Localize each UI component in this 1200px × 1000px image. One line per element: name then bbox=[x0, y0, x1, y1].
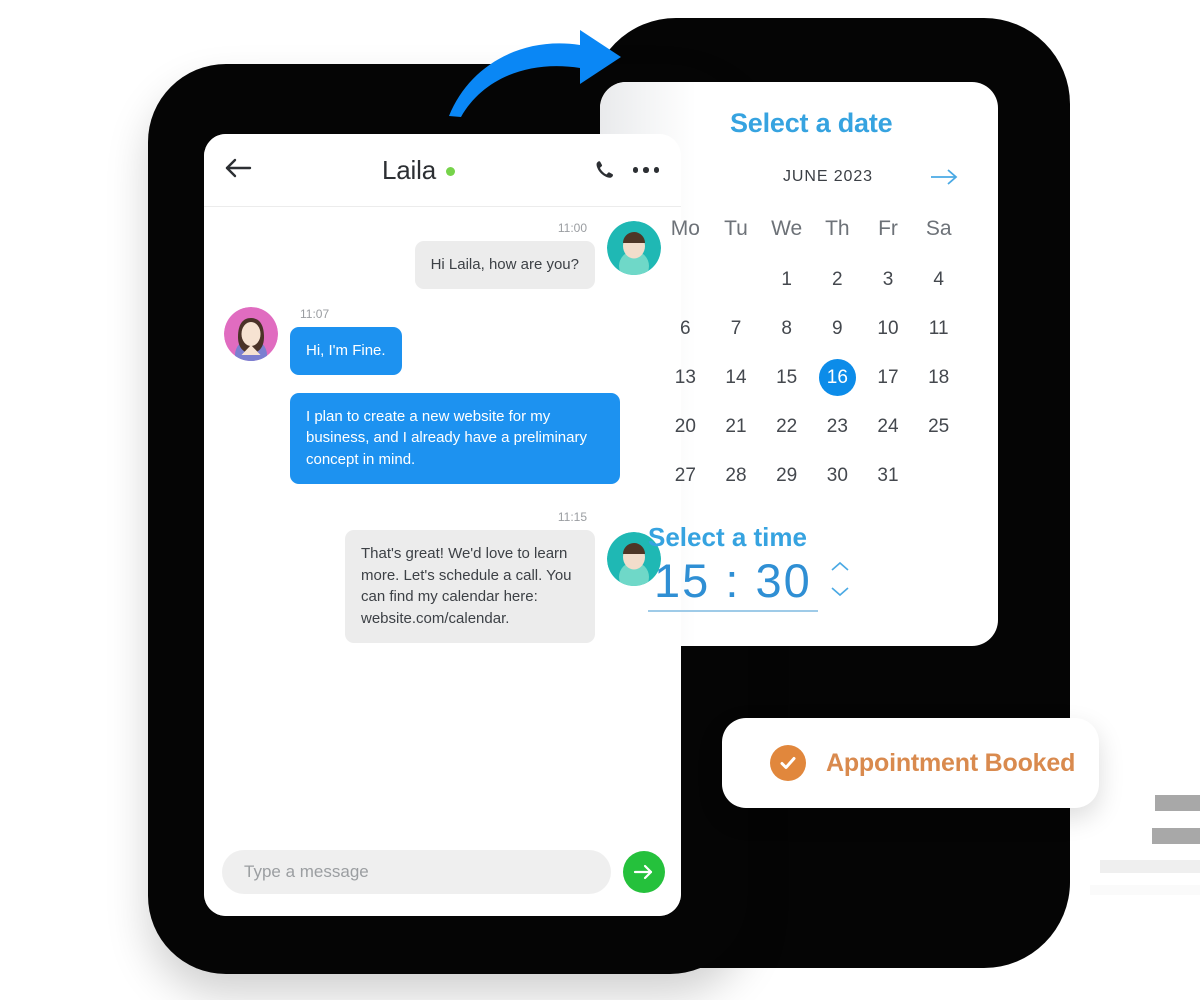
calendar-day[interactable]: 21 bbox=[711, 408, 762, 445]
send-button[interactable] bbox=[623, 851, 665, 893]
calendar-day[interactable]: 1 bbox=[761, 261, 812, 298]
calendar-day[interactable]: 13 bbox=[660, 359, 711, 396]
message-bubble: That's great! We'd love to learn more. L… bbox=[345, 529, 595, 643]
message-item: I plan to create a new website for my bu… bbox=[224, 392, 661, 484]
calendar-day[interactable]: 28 bbox=[711, 457, 762, 494]
calendar-day[interactable]: 23 bbox=[812, 408, 863, 445]
calendar-dow: Sa bbox=[925, 217, 952, 240]
check-circle-icon bbox=[770, 745, 806, 781]
back-button[interactable] bbox=[224, 157, 264, 184]
decor-bar bbox=[1090, 885, 1200, 895]
chevron-up-icon[interactable] bbox=[830, 561, 850, 572]
calendar-day[interactable]: 14 bbox=[711, 359, 762, 396]
contact-title: Laila bbox=[264, 155, 573, 186]
chevron-down-icon[interactable] bbox=[830, 586, 850, 597]
pink-user-avatar bbox=[224, 306, 278, 361]
calendar-day[interactable]: 2 bbox=[812, 261, 863, 298]
calendar-month-label: JUNE 2023 bbox=[783, 168, 873, 185]
message-item: 11:00 Hi Laila, how are you? bbox=[224, 221, 661, 289]
arrow-right-icon bbox=[633, 864, 653, 880]
mockup-stage: Select a date JUNE 2023 Mo Tu We Th Fr S… bbox=[0, 0, 1200, 1000]
time-value-field[interactable]: 15 : 30 bbox=[648, 557, 818, 612]
calendar-day[interactable] bbox=[711, 261, 762, 298]
scheduler-panel: Select a date JUNE 2023 Mo Tu We Th Fr S… bbox=[600, 82, 998, 646]
calendar-dow: We bbox=[771, 217, 803, 240]
calendar-day[interactable]: 30 bbox=[812, 457, 863, 494]
calendar-day[interactable]: 25 bbox=[913, 408, 964, 445]
calendar-day[interactable]: 10 bbox=[863, 310, 914, 347]
message-input[interactable] bbox=[222, 850, 611, 894]
message-timestamp: 11:07 bbox=[300, 306, 330, 321]
time-hours: 15 bbox=[654, 554, 711, 607]
select-time-title: Select a time bbox=[648, 522, 807, 552]
contact-name: Laila bbox=[382, 154, 436, 185]
message-bubble: Hi, I'm Fine. bbox=[290, 326, 402, 375]
calendar-day[interactable]: 7 bbox=[711, 310, 762, 347]
calendar-day[interactable] bbox=[660, 261, 711, 298]
message-bubble: I plan to create a new website for my bu… bbox=[290, 392, 620, 484]
online-status-dot bbox=[445, 167, 455, 176]
calendar-day[interactable]: 18 bbox=[913, 359, 964, 396]
arrow-right-icon[interactable] bbox=[928, 165, 962, 189]
message-timestamp: 11:00 bbox=[557, 221, 587, 235]
calendar-nav: JUNE 2023 bbox=[702, 165, 962, 189]
calendar-day[interactable]: 29 bbox=[761, 457, 812, 494]
calendar-day[interactable]: 4 bbox=[913, 261, 964, 298]
decor-bar bbox=[1152, 828, 1200, 844]
calendar-day[interactable]: 22 bbox=[761, 408, 812, 445]
notification-label: Appointment Booked bbox=[826, 748, 1076, 777]
decor-bar bbox=[1155, 795, 1200, 811]
calendar-day[interactable]: 17 bbox=[863, 359, 914, 396]
time-stepper[interactable] bbox=[830, 561, 850, 597]
calendar-dow: Mo bbox=[670, 217, 700, 240]
arrow-left-icon[interactable] bbox=[224, 157, 254, 179]
calendar-day[interactable]: 24 bbox=[863, 408, 914, 445]
calendar-grid: Mo Tu We Th Fr Sa 1 2 3 4 6 7 8 9 10 11 … bbox=[660, 217, 964, 494]
calendar-day[interactable]: 11 bbox=[913, 310, 964, 347]
message-item: 11:15 That's great! We'd love to learn m… bbox=[224, 510, 661, 643]
calendar-day-selected[interactable]: 16 bbox=[812, 359, 863, 396]
calendar-day[interactable]: 8 bbox=[761, 310, 812, 347]
calendar-dow: Th bbox=[825, 217, 850, 240]
message-timestamp: 11:15 bbox=[557, 509, 587, 524]
time-minutes: 30 bbox=[755, 554, 812, 607]
calendar-day[interactable]: 20 bbox=[660, 408, 711, 445]
message-bubble: Hi Laila, how are you? bbox=[414, 241, 595, 289]
calendar-day[interactable]: 6 bbox=[660, 310, 711, 347]
select-date-title: Select a date bbox=[730, 108, 893, 138]
calendar-day[interactable]: 9 bbox=[812, 310, 863, 347]
message-composer bbox=[204, 840, 681, 916]
calendar-dow: Fr bbox=[878, 217, 898, 240]
message-item: 11:07 Hi, I'm Fine. bbox=[224, 306, 661, 375]
calendar-day[interactable]: 15 bbox=[761, 359, 812, 396]
calendar-dow: Tu bbox=[724, 217, 748, 240]
calendar-day[interactable]: 31 bbox=[863, 457, 914, 494]
time-picker: 15 : 30 bbox=[648, 557, 998, 612]
calendar-day[interactable]: 27 bbox=[660, 457, 711, 494]
appointment-booked-notification: Appointment Booked bbox=[722, 718, 1099, 808]
time-separator: : bbox=[725, 554, 741, 607]
decor-bar bbox=[1100, 860, 1200, 873]
calendar-day[interactable]: 3 bbox=[863, 261, 914, 298]
